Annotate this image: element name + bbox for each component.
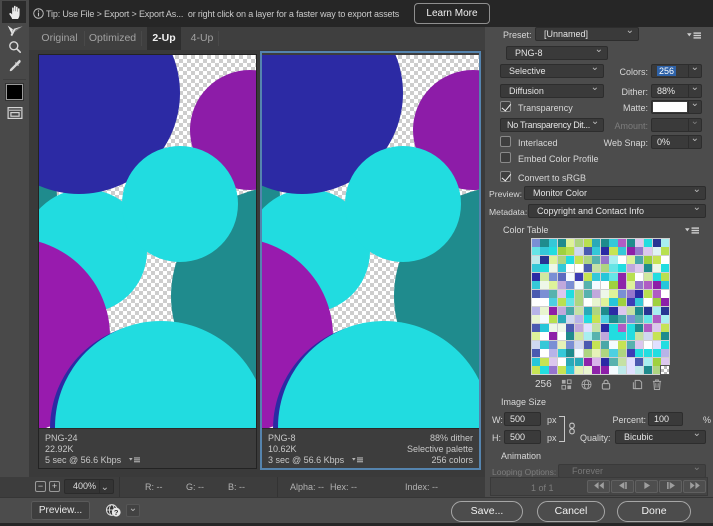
svg-text:?: ? — [114, 508, 119, 517]
